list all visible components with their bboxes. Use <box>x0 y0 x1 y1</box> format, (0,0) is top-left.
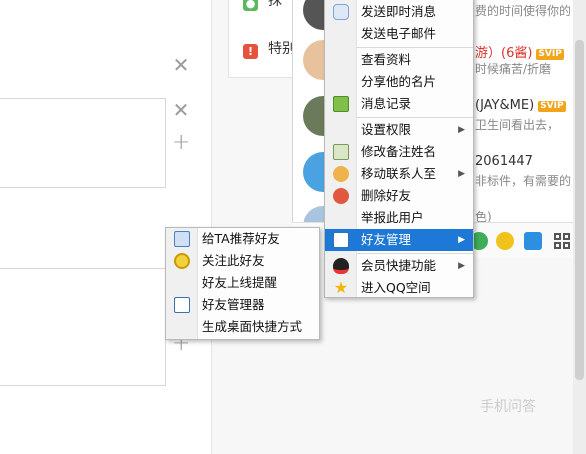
menu-item-label: 删除好友 <box>361 188 412 203</box>
alert-icon: ! <box>243 44 258 59</box>
contact-name: (JAY&ME) SVIP <box>475 98 566 113</box>
menu-item-message-log[interactable]: 消息记录 <box>325 93 473 115</box>
chat-bubble-icon <box>333 4 349 20</box>
contact-signature: 卫生间看出去， <box>475 118 560 132</box>
menu-item-desktop-shortcut[interactable]: 生成桌面快捷方式 <box>166 316 319 338</box>
form-input-box[interactable] <box>0 98 166 188</box>
menu-separator <box>357 47 473 48</box>
submenu-arrow-icon: ▶ <box>458 125 465 135</box>
menu-item-label: 分享他的名片 <box>361 74 437 89</box>
follow-friend-icon <box>174 253 190 269</box>
menu-item-label: 进入QQ空间 <box>361 280 431 295</box>
svip-badge: SVIP <box>536 49 564 60</box>
menu-item-label: 好友管理 <box>361 232 412 247</box>
menu-item-friend-manage[interactable]: 好友管理 ▶ <box>325 229 473 251</box>
menu-item-send-email[interactable]: 发送电子邮件 <box>325 23 473 45</box>
submenu-arrow-icon: ▶ <box>458 169 465 179</box>
menu-item-label: 修改备注姓名 <box>361 144 437 159</box>
friend-manager-icon <box>174 297 190 313</box>
menu-item-label: 会员快捷功能 <box>361 258 437 273</box>
menu-separator <box>357 253 473 254</box>
menu-separator <box>357 117 473 118</box>
feed-item-label: 抹 <box>268 0 282 9</box>
recommend-friend-icon <box>174 231 190 247</box>
qzone-star-icon: ★ <box>333 278 349 297</box>
menu-item-label: 生成桌面快捷方式 <box>202 319 303 334</box>
friend-manage-submenu: 给TA推荐好友 关注此好友 好友上线提醒 好友管理器 生成桌面快捷方式 <box>165 227 320 340</box>
scrollbar-thumb[interactable] <box>575 40 584 380</box>
shield-icon[interactable] <box>524 232 542 250</box>
menu-item-report-user[interactable]: 举报此用户 <box>325 207 473 229</box>
svip-badge: SVIP <box>538 101 566 112</box>
add-icon[interactable]: + <box>172 132 190 154</box>
menu-item-online-reminder[interactable]: 好友上线提醒 <box>166 272 319 294</box>
close-icon[interactable]: ✕ <box>172 100 190 120</box>
contact-name-text: (JAY&ME) <box>475 98 535 113</box>
menu-item-label: 查看资料 <box>361 52 412 67</box>
menu-item-delete-friend[interactable]: 删除好友 <box>325 185 473 207</box>
menu-item-label: 给TA推荐好友 <box>202 231 280 246</box>
menu-item-view-profile[interactable]: 查看资料 <box>325 49 473 71</box>
menu-item-label: 消息记录 <box>361 96 412 111</box>
contact-signature: 非标件，有需要的 <box>475 174 572 188</box>
contact-signature: 费的时间使得你的 <box>475 4 572 18</box>
contact-name-text: 游）(6酱) <box>475 46 533 61</box>
friend-manage-icon <box>333 232 349 248</box>
contact-name: 游）(6酱) SVIP <box>475 42 564 61</box>
delete-friend-icon <box>333 188 349 204</box>
message-log-icon <box>333 96 349 112</box>
close-icon[interactable]: ✕ <box>172 55 190 75</box>
contact-name: 2061447 <box>475 154 533 169</box>
feed-item[interactable]: ! 特别 <box>243 38 296 59</box>
watermark: 手机问答 <box>480 399 536 415</box>
menu-item-recommend-friend[interactable]: 给TA推荐好友 <box>166 228 319 250</box>
menu-item-friend-manager[interactable]: 好友管理器 <box>166 294 319 316</box>
submenu-arrow-icon: ▶ <box>458 235 465 245</box>
menu-item-label: 设置权限 <box>361 122 412 137</box>
menu-item-permissions[interactable]: 设置权限 ▶ <box>325 119 473 141</box>
menu-item-edit-remark[interactable]: 修改备注姓名 <box>325 141 473 163</box>
menu-item-qzone[interactable]: ★ 进入QQ空间 <box>325 277 473 299</box>
music-icon[interactable] <box>496 232 514 250</box>
menu-item-label: 发送电子邮件 <box>361 26 437 41</box>
menu-item-label: 移动联系人至 <box>361 166 437 181</box>
menu-item-label: 关注此好友 <box>202 253 265 268</box>
edit-remark-icon <box>333 144 349 160</box>
contact-signature: 时候痛苦/折磨 <box>475 62 552 76</box>
contact-context-menu: 发送即时消息 发送电子邮件 查看资料 分享他的名片 消息记录 设置权限 ▶ 修改… <box>324 0 474 298</box>
menu-item-follow-friend[interactable]: 关注此好友 <box>166 250 319 272</box>
feed-panel: ● 抹 ! 特别 <box>228 0 296 78</box>
menu-item-share-card[interactable]: 分享他的名片 <box>325 71 473 93</box>
app-grid-icon[interactable] <box>554 233 570 249</box>
feed-green-icon: ● <box>243 0 258 11</box>
form-input-box[interactable] <box>0 268 166 386</box>
qq-penguin-icon <box>333 258 349 274</box>
move-contact-icon <box>333 166 349 182</box>
menu-item-label: 好友上线提醒 <box>202 275 278 290</box>
menu-item-label: 举报此用户 <box>361 210 424 225</box>
menu-item-member-shortcuts[interactable]: 会员快捷功能 ▶ <box>325 255 473 277</box>
submenu-arrow-icon: ▶ <box>458 261 465 271</box>
menu-item-label: 好友管理器 <box>202 297 265 312</box>
menu-item-send-message[interactable]: 发送即时消息 <box>325 1 473 23</box>
menu-item-label: 发送即时消息 <box>361 4 437 19</box>
feed-item[interactable]: ● 抹 <box>243 0 282 11</box>
menu-item-move-contact[interactable]: 移动联系人至 ▶ <box>325 163 473 185</box>
